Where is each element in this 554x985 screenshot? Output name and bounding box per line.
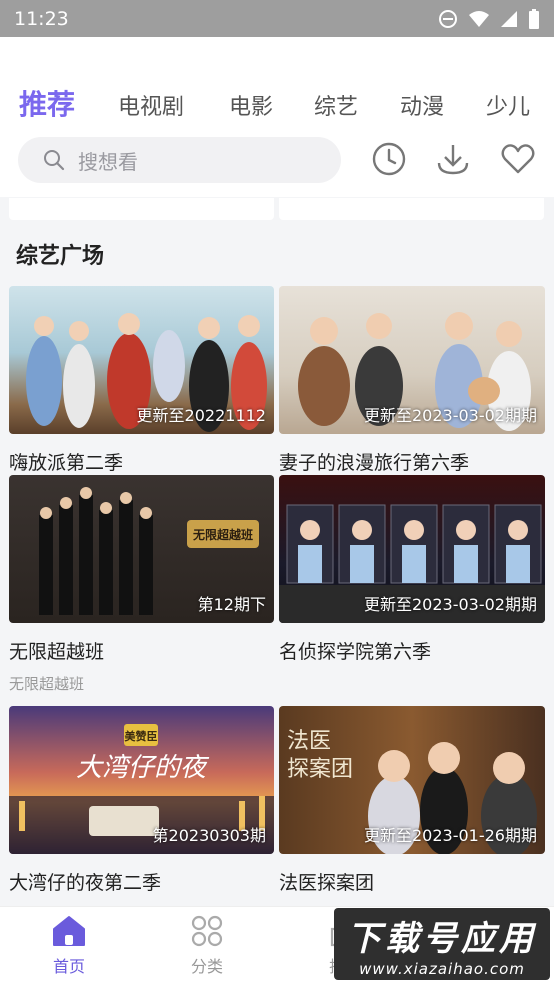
status-icons [438, 8, 540, 29]
section-title: 综艺广场 [16, 244, 105, 269]
card-thumbnail: 更新至2023-03-02期期 [279, 286, 545, 434]
variety-card[interactable]: 更新至20221112 嗨放派第二季 [9, 286, 274, 474]
episode-badge: 第20230303期 [152, 826, 266, 845]
card-subtitle: 无限超越班 [9, 675, 85, 693]
svg-text:探案团: 探案团 [287, 757, 353, 782]
tab-anime[interactable]: 动漫 [400, 89, 444, 121]
episode-badge: 第12期下 [197, 595, 266, 614]
card-title: 无限超越班 [9, 641, 105, 663]
do-not-disturb-icon [439, 9, 457, 28]
card-thumbnail: 更新至2023-03-02期期 [279, 475, 545, 623]
category-icon [191, 915, 223, 947]
card-title: 妻子的浪漫旅行第六季 [279, 452, 470, 474]
svg-text:美赞臣: 美赞臣 [125, 729, 158, 743]
tab-variety[interactable]: 综艺 [314, 89, 358, 121]
wifi-icon [469, 10, 489, 27]
home-icon [53, 916, 85, 946]
update-badge: 更新至2023-03-02期期 [364, 595, 537, 614]
card-thumbnail: 更新至20221112 [9, 286, 274, 434]
variety-card[interactable]: 无限超越班 第12期下 无限超越班 无限超越班 [9, 475, 274, 697]
card-title: 大湾仔的夜第二季 [9, 872, 162, 894]
watermark-logo: 下载号应用 www.xiazaihao.com [334, 908, 550, 980]
nav-home-label: 首页 [52, 957, 85, 976]
status-bar: 11:23 [0, 0, 554, 37]
battery-icon [529, 8, 539, 29]
card-thumbnail: 法医 探案团 更新至2023-01-26期期 [279, 706, 545, 854]
search-icon [44, 150, 65, 171]
nav-category[interactable]: 分类 [172, 915, 242, 977]
variety-card[interactable]: 更新至2023-03-02期期 名侦探学院第六季 [279, 475, 545, 697]
search-placeholder: 搜想看 [78, 149, 138, 174]
card-thumbnail: 美赞臣 大湾仔的夜 第20230303期 [9, 706, 274, 854]
card-title: 嗨放派第二季 [9, 452, 124, 474]
tab-tv[interactable]: 电视剧 [118, 89, 184, 121]
search-input[interactable]: 搜想看 [18, 137, 341, 183]
tab-recommend[interactable]: 推荐 [19, 83, 75, 123]
update-badge: 更新至20221112 [136, 406, 266, 425]
svg-text:大湾仔的夜: 大湾仔的夜 [76, 753, 210, 783]
top-header: 推荐 电视剧 电影 综艺 动漫 少儿 搜想看 [0, 37, 554, 197]
card-title: 名侦探学院第六季 [279, 641, 432, 663]
watermark-url: www.xiazaihao.com [359, 959, 525, 978]
variety-card[interactable]: 更新至2023-03-02期期 妻子的浪漫旅行第六季 [279, 286, 545, 474]
svg-text:法医: 法医 [287, 729, 331, 754]
card-title: 法医探案团 [279, 872, 375, 894]
variety-card[interactable]: 美赞臣 大湾仔的夜 第20230303期 大湾仔的夜第二季 [9, 706, 274, 894]
download-icon[interactable] [435, 141, 471, 177]
nav-category-label: 分类 [190, 957, 223, 976]
svg-text:无限超越班: 无限超越班 [192, 527, 253, 542]
history-icon[interactable] [371, 141, 407, 177]
watermark-title: 下载号应用 [347, 918, 537, 959]
previous-row-peek [9, 198, 274, 220]
card-thumbnail: 无限超越班 第12期下 [9, 475, 274, 623]
update-badge: 更新至2023-01-26期期 [364, 826, 537, 845]
heart-icon[interactable] [500, 141, 536, 177]
status-time: 11:23 [14, 7, 69, 30]
variety-card[interactable]: 法医 探案团 更新至2023-01-26期期 法医探案团 [279, 706, 545, 894]
previous-row-peek [279, 198, 544, 220]
update-badge: 更新至2023-03-02期期 [364, 406, 537, 425]
nav-home[interactable]: 首页 [34, 915, 104, 977]
signal-icon [501, 10, 517, 27]
tab-kids[interactable]: 少儿 [486, 89, 530, 121]
tab-movie[interactable]: 电影 [229, 89, 273, 121]
